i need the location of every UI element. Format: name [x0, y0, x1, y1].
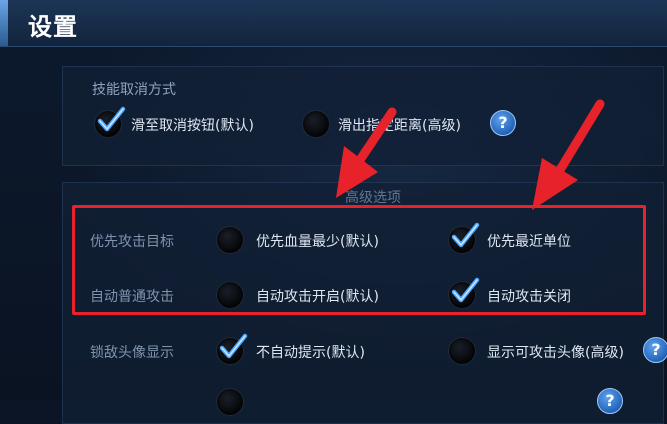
advanced-options-title: 高级选项	[345, 190, 401, 206]
option-no-auto-prompt[interactable]: 不自动提示(默认)	[256, 342, 365, 362]
radio-no-auto-prompt[interactable]	[216, 333, 248, 365]
radio-cancel-button[interactable]	[94, 106, 126, 138]
radio-cancel-distance[interactable]	[302, 110, 330, 138]
option-show-attackable-avatar[interactable]: 显示可攻击头像(高级)	[487, 342, 624, 362]
checkmark-icon	[97, 106, 126, 132]
cancel-method-label: 技能取消方式	[92, 82, 176, 98]
checkmark-icon	[219, 333, 248, 359]
question-mark-icon[interactable]: ?	[597, 388, 623, 414]
header-bar: 设置	[0, 0, 667, 47]
radio-next-row[interactable]	[216, 388, 244, 416]
page-title: 设置	[28, 13, 78, 41]
question-mark-icon[interactable]: ?	[490, 110, 516, 136]
highlight-box	[72, 205, 646, 315]
radio-show-attackable-avatar[interactable]	[448, 337, 476, 365]
option-cancel-button[interactable]: 滑至取消按钮(默认)	[131, 115, 254, 135]
header-accent	[0, 0, 8, 46]
option-cancel-distance[interactable]: 滑出指定距离(高级)	[338, 115, 461, 135]
question-mark-icon[interactable]: ?	[643, 337, 667, 363]
row-label-lock-avatar: 锁敌头像显示	[90, 345, 174, 361]
settings-screen: 设置 技能取消方式 滑至取消按钮(默认) 滑出指定距离(高级) ? 高级选项 优…	[0, 0, 667, 424]
